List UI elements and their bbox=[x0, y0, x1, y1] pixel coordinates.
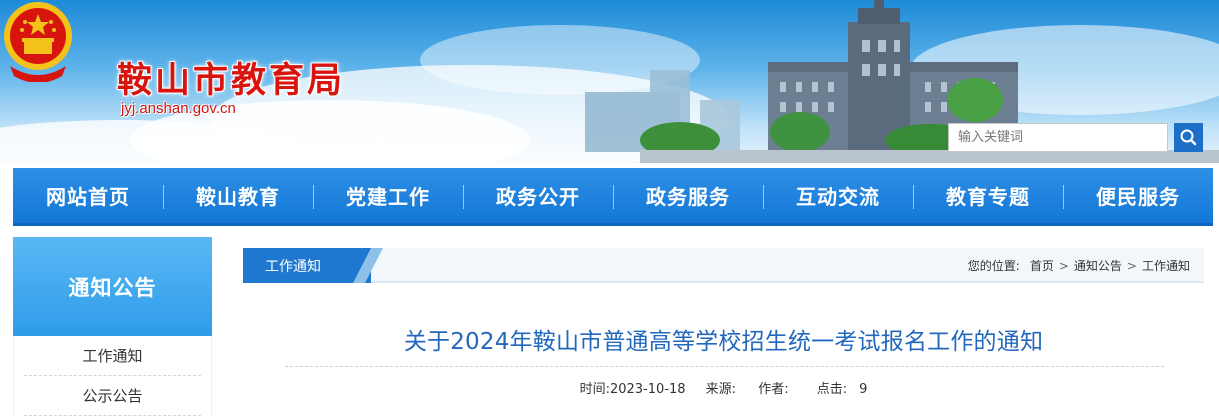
breadcrumb-separator: > bbox=[1058, 258, 1069, 273]
search-button[interactable] bbox=[1174, 123, 1203, 152]
nav-item-education-topics[interactable]: 教育专题 bbox=[913, 168, 1063, 223]
sidebar-item-work-notice[interactable]: 工作通知 bbox=[24, 336, 201, 376]
article-title: 关于2024年鞍山市普通高等学校招生统一考试报名工作的通知 bbox=[403, 329, 1044, 355]
meta-time-label: 时间: bbox=[579, 382, 610, 397]
article-meta: 时间:2023-10-18 来源: 作者: 点击: 9 bbox=[243, 378, 1204, 397]
meta-author-label: 作者: bbox=[758, 382, 789, 397]
breadcrumb-notices-link[interactable]: 通知公告 bbox=[1074, 257, 1122, 274]
breadcrumb-separator: > bbox=[1126, 258, 1137, 273]
breadcrumb-work-notice-link[interactable]: 工作通知 bbox=[1142, 257, 1190, 274]
sidebar-list: 工作通知 公示公告 bbox=[13, 336, 212, 416]
breadcrumb: 您的位置: 首页 > 通知公告 > 工作通知 bbox=[968, 248, 1190, 283]
tab-corner-decoration bbox=[353, 248, 383, 283]
nav-item-home[interactable]: 网站首页 bbox=[13, 168, 163, 223]
meta-clicks-value: 9 bbox=[859, 382, 868, 397]
national-emblem-icon bbox=[4, 2, 72, 82]
meta-source-label: 来源: bbox=[705, 382, 737, 397]
breadcrumb-home-link[interactable]: 首页 bbox=[1030, 257, 1054, 274]
sidebar: 通知公告 工作通知 公示公告 bbox=[13, 237, 212, 419]
nav-item-interaction[interactable]: 互动交流 bbox=[763, 168, 913, 223]
meta-clicks-label: 点击: bbox=[816, 382, 848, 397]
title-divider bbox=[285, 366, 1164, 367]
search-icon bbox=[1180, 129, 1197, 146]
sidebar-heading: 通知公告 bbox=[13, 237, 212, 336]
site-title: 鞍山市教育局 bbox=[117, 60, 346, 101]
site-domain: jyj.anshan.gov.cn bbox=[121, 100, 236, 117]
meta-clicks: 点击: 9 bbox=[817, 382, 868, 397]
search-input[interactable] bbox=[948, 123, 1168, 152]
nav-item-anshan-education[interactable]: 鞍山教育 bbox=[163, 168, 313, 223]
main-nav: 网站首页 鞍山教育 党建工作 政务公开 政务服务 互动交流 教育专题 便民服务 bbox=[13, 168, 1213, 226]
meta-time-value: 2023-10-18 bbox=[609, 382, 686, 397]
nav-item-government-services[interactable]: 政务服务 bbox=[613, 168, 763, 223]
nav-item-government-affairs[interactable]: 政务公开 bbox=[463, 168, 613, 223]
breadcrumb-prefix: 您的位置: bbox=[967, 259, 1020, 273]
section-header: 工作通知 您的位置: 首页 > 通知公告 > 工作通知 bbox=[243, 248, 1204, 283]
nav-item-public-services[interactable]: 便民服务 bbox=[1063, 168, 1213, 223]
meta-time: 时间:2023-10-18 bbox=[580, 382, 686, 397]
sidebar-item-public-announcement[interactable]: 公示公告 bbox=[24, 376, 201, 416]
nav-item-party-building[interactable]: 党建工作 bbox=[313, 168, 463, 223]
section-tab: 工作通知 bbox=[243, 248, 371, 283]
header-banner: 鞍山市教育局 jyj.anshan.gov.cn bbox=[0, 0, 1219, 163]
